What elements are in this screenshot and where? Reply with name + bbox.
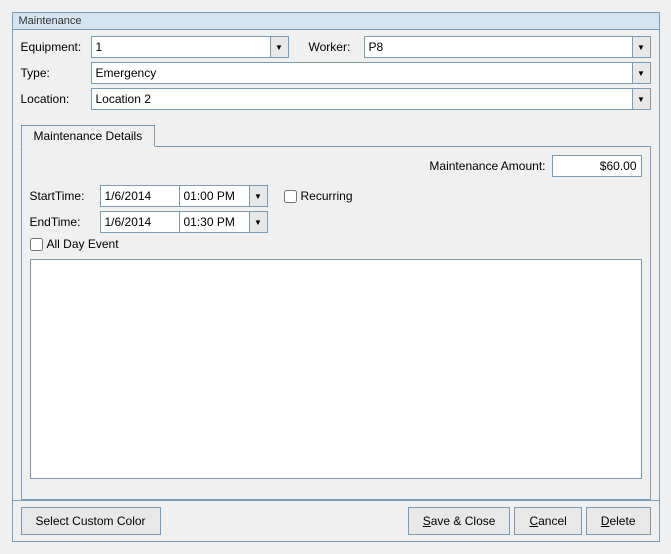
equipment-input[interactable] xyxy=(91,36,271,58)
equipment-group: ▼ xyxy=(91,36,289,58)
location-dropdown-btn[interactable]: ▼ xyxy=(633,88,651,110)
save-close-label: Save & Close xyxy=(423,514,496,528)
endtime-group: ▼ xyxy=(100,211,268,233)
all-day-checkbox[interactable] xyxy=(30,238,43,251)
recurring-checkbox[interactable] xyxy=(284,190,297,203)
location-input[interactable] xyxy=(91,88,633,110)
type-group: ▼ xyxy=(91,62,651,84)
equipment-row: Equipment: ▼ Worker: ▼ xyxy=(21,36,651,58)
tab-content: Maintenance Amount: StartTime: ▼ Recurri… xyxy=(21,146,651,500)
location-row: Location: ▼ xyxy=(21,88,651,110)
select-custom-color-button[interactable]: Select Custom Color xyxy=(21,507,161,535)
cancel-button[interactable]: Cancel xyxy=(514,507,581,535)
all-day-label: All Day Event xyxy=(47,237,119,251)
maintenance-amount-input[interactable] xyxy=(552,155,642,177)
delete-button[interactable]: Delete xyxy=(586,507,651,535)
worker-dropdown-btn[interactable]: ▼ xyxy=(633,36,651,58)
type-label: Type: xyxy=(21,66,91,80)
all-day-row: All Day Event xyxy=(30,237,642,251)
form-area: Equipment: ▼ Worker: ▼ Type: ▼ Location: xyxy=(13,30,659,120)
end-date-input[interactable] xyxy=(100,211,180,233)
recurring-section: Recurring xyxy=(284,189,353,203)
delete-label: Delete xyxy=(601,514,636,528)
worker-section: Worker: ▼ xyxy=(309,36,651,58)
end-time-input[interactable] xyxy=(180,211,250,233)
cancel-label: Cancel xyxy=(529,514,566,528)
tab-container: Maintenance Details Maintenance Amount: … xyxy=(21,124,651,500)
location-group: ▼ xyxy=(91,88,651,110)
type-dropdown-btn[interactable]: ▼ xyxy=(633,62,651,84)
starttime-label: StartTime: xyxy=(30,189,100,203)
worker-label: Worker: xyxy=(309,40,364,54)
endtime-row: EndTime: ▼ xyxy=(30,211,642,233)
tab-maintenance-details[interactable]: Maintenance Details xyxy=(21,125,156,147)
window-title: Maintenance xyxy=(13,13,659,30)
worker-input[interactable] xyxy=(364,36,633,58)
footer: Select Custom Color Save & Close Cancel … xyxy=(13,500,659,541)
maintenance-amount-row: Maintenance Amount: xyxy=(30,155,642,177)
starttime-row: StartTime: ▼ Recurring xyxy=(30,185,642,207)
endtime-dropdown-btn[interactable]: ▼ xyxy=(250,211,268,233)
endtime-label: EndTime: xyxy=(30,215,100,229)
start-date-input[interactable] xyxy=(100,185,180,207)
start-time-input[interactable] xyxy=(180,185,250,207)
notes-area[interactable] xyxy=(30,259,642,479)
maintenance-amount-label: Maintenance Amount: xyxy=(429,159,545,173)
starttime-group: ▼ xyxy=(100,185,268,207)
type-input[interactable] xyxy=(91,62,633,84)
tab-header: Maintenance Details xyxy=(21,124,651,146)
recurring-label: Recurring xyxy=(301,189,353,203)
tab-label: Maintenance Details xyxy=(34,129,143,143)
type-row: Type: ▼ xyxy=(21,62,651,84)
equipment-dropdown-btn[interactable]: ▼ xyxy=(271,36,289,58)
save-close-button[interactable]: Save & Close xyxy=(408,507,511,535)
starttime-dropdown-btn[interactable]: ▼ xyxy=(250,185,268,207)
custom-color-label: Select Custom Color xyxy=(36,514,146,528)
equipment-label: Equipment: xyxy=(21,40,91,54)
maintenance-window: Maintenance Equipment: ▼ Worker: ▼ Type:… xyxy=(12,12,660,542)
location-label: Location: xyxy=(21,92,91,106)
